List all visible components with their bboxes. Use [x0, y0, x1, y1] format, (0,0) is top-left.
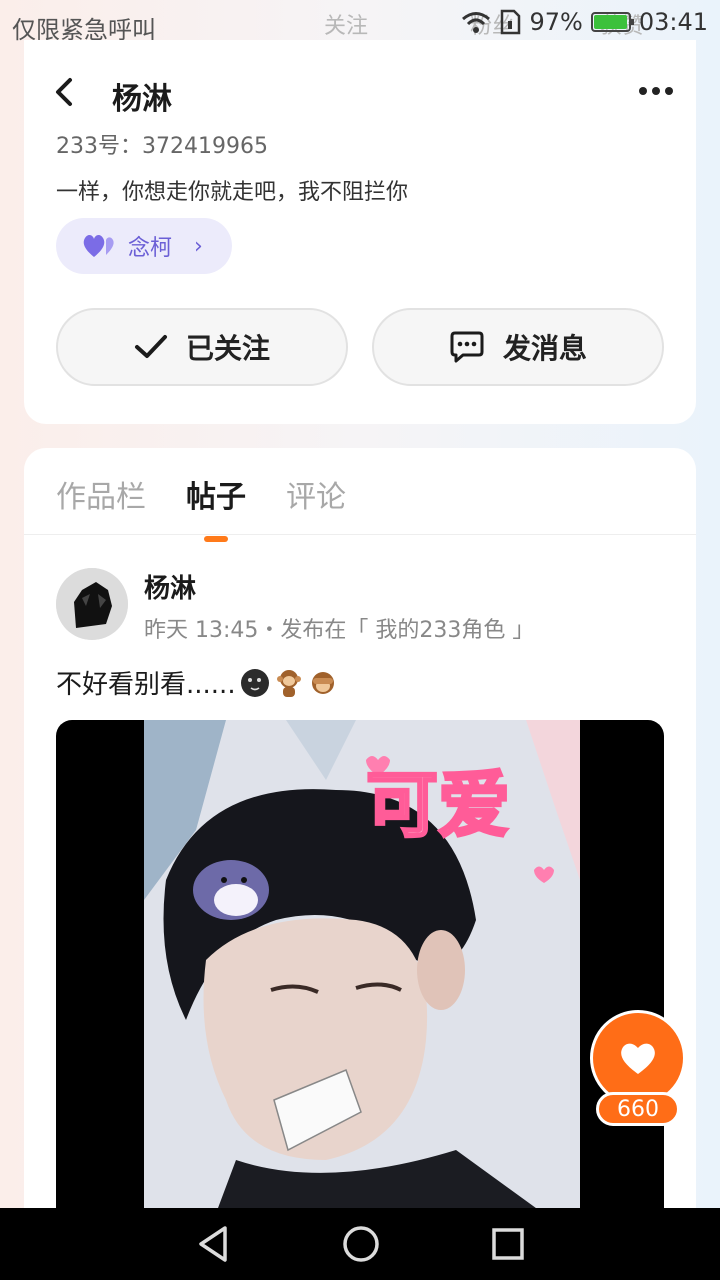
- profile-name: 杨⁠淋: [112, 82, 172, 117]
- system-indicators: 97% 03:41: [461, 8, 708, 36]
- send-message-label: 发消息: [502, 332, 587, 365]
- monkey-emoji: [276, 669, 301, 697]
- profile-tabs: 作品栏 帖子 评论: [56, 472, 346, 542]
- send-message-button[interactable]: 发消息: [372, 308, 664, 386]
- post-text: 不好看别看......: [56, 670, 236, 700]
- post-image[interactable]: 可爱: [56, 720, 664, 1240]
- battery-percent: 97%: [529, 8, 583, 36]
- sim-icon: [501, 9, 521, 35]
- tab-works[interactable]: 作品栏: [56, 472, 146, 516]
- cp-tag-label: 念柯: [128, 236, 173, 261]
- clock: 03:41: [638, 8, 708, 36]
- system-nav-bar: [0, 1208, 720, 1280]
- chevron-right-icon: ›: [194, 233, 203, 259]
- background-tab-follow: 关注: [324, 14, 369, 39]
- chat-bubble-icon: [450, 331, 484, 363]
- see-no-evil-monkey-emoji: [311, 671, 334, 694]
- heart-pair-icon: [83, 235, 114, 257]
- followed-button[interactable]: 已关注: [56, 308, 348, 386]
- back-icon[interactable]: [50, 72, 78, 112]
- cp-relationship-tag[interactable]: 念柯 ›: [56, 218, 232, 274]
- profile-bio: 一样，你想走你就走吧，我不阻拦你: [56, 180, 409, 205]
- tab-posts[interactable]: 帖子: [186, 472, 246, 542]
- post-meta: 昨天 13:45・发布在「 我的233角色 」: [144, 618, 535, 643]
- battery-level-fill: [593, 15, 627, 29]
- followed-button-label: 已关注: [185, 332, 270, 365]
- more-options-icon[interactable]: [634, 76, 678, 106]
- post-text-line: 不好看别看......: [56, 664, 338, 701]
- avatar[interactable]: [56, 568, 128, 640]
- image-sticker-text: 可爱: [366, 763, 510, 847]
- post-author-name[interactable]: 杨⁠淋: [144, 568, 196, 605]
- tabs-divider: [24, 534, 696, 535]
- checkmark-icon: [134, 335, 167, 358]
- wifi-icon: [462, 12, 491, 33]
- dark-moon-face-emoji: [240, 668, 269, 697]
- like-count-badge: 660: [596, 1092, 680, 1126]
- nav-recents-icon[interactable]: [491, 1227, 525, 1261]
- profile-header-card: 杨⁠淋 233号：372419965 一样，你想走你就走吧，我不阻拦你 念柯 ›…: [24, 40, 696, 424]
- user-id-label: 233号：372419965: [56, 134, 268, 159]
- tab-comments[interactable]: 评论: [286, 472, 346, 516]
- battery-icon: [590, 12, 634, 32]
- posts-card: 作品栏 帖子 评论 杨⁠淋 昨天 13:45・发布在「 我的233角色 」 不好…: [24, 448, 696, 1248]
- nav-home-icon[interactable]: [342, 1225, 380, 1263]
- heart-icon: [621, 1043, 655, 1074]
- nav-back-icon[interactable]: [195, 1224, 231, 1264]
